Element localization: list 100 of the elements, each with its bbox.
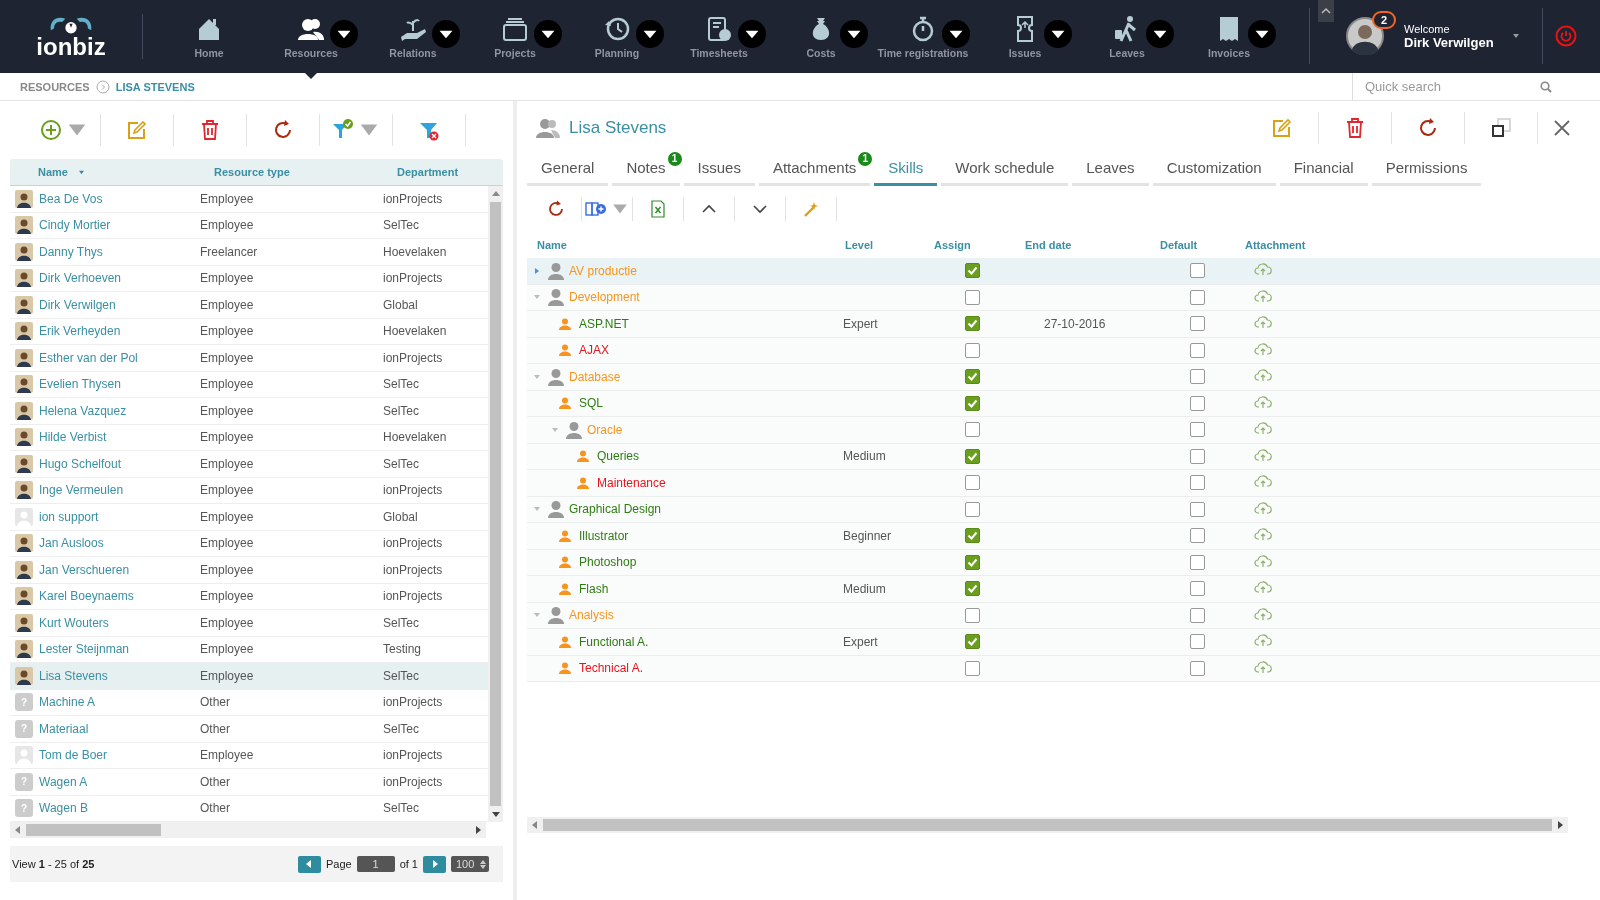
skill-name[interactable]: Functional A. (579, 634, 649, 649)
nav-item[interactable]: Invoices (1178, 0, 1280, 73)
skill-name[interactable]: Flash (579, 581, 609, 596)
caret-icon[interactable] (1511, 33, 1520, 39)
upload-icon[interactable] (1254, 606, 1272, 621)
previous-icon[interactable] (306, 860, 313, 868)
column-header[interactable]: Level (835, 239, 930, 251)
maximize-icon[interactable] (1490, 117, 1512, 139)
resource-name[interactable]: Machine A (39, 695, 96, 710)
default-checkbox[interactable] (1190, 395, 1205, 411)
dropdown-icon[interactable] (330, 20, 358, 48)
resource-name[interactable]: Materiaal (39, 721, 89, 736)
assign-checkbox[interactable] (965, 289, 980, 305)
skill-row[interactable]: Graphical Design (527, 496, 1600, 523)
table-row[interactable]: ? Machine A Other ionProjects (10, 689, 488, 716)
delete-icon[interactable] (199, 119, 221, 141)
nav-item[interactable]: Costs (770, 0, 872, 73)
skill-row[interactable]: Queries Medium (527, 443, 1600, 470)
assign-checkbox[interactable] (965, 395, 980, 411)
table-row[interactable]: Dirk Verhoeven Employee ionProjects (10, 265, 488, 292)
horizontal-scrollbar[interactable] (10, 822, 486, 838)
nav-item[interactable]: Projects (464, 0, 566, 73)
skill-name[interactable]: Illustrator (579, 528, 629, 543)
tab[interactable]: Financial (1279, 155, 1368, 186)
resource-name[interactable]: Wagen A (39, 774, 88, 789)
scroll-up-icon[interactable] (491, 190, 500, 198)
spinner-icon[interactable] (480, 859, 486, 869)
scroll-right-icon[interactable] (474, 826, 482, 834)
skill-row[interactable]: SQL (527, 390, 1600, 417)
tab[interactable]: Permissions (1371, 155, 1482, 186)
power-icon[interactable] (1554, 25, 1577, 47)
table-row[interactable]: Hugo Schelfout Employee SelTec (10, 451, 488, 478)
resource-name[interactable]: Wagen B (39, 801, 88, 816)
dropdown-icon[interactable] (1248, 20, 1276, 48)
assign-checkbox[interactable] (965, 634, 980, 650)
scroll-right-icon[interactable] (1556, 821, 1564, 829)
default-checkbox[interactable] (1190, 475, 1205, 491)
assign-checkbox[interactable] (965, 316, 980, 332)
column-header[interactable]: Assign (930, 239, 1015, 251)
default-checkbox[interactable] (1190, 528, 1205, 544)
column-header[interactable]: End date (1015, 239, 1150, 251)
default-checkbox[interactable] (1190, 607, 1205, 623)
upload-icon[interactable] (1254, 368, 1272, 383)
notification-badge[interactable]: 2 (1372, 11, 1396, 29)
table-row[interactable]: Erik Verheyden Employee Hoevelaken (10, 318, 488, 345)
nav-item[interactable]: Home (158, 0, 260, 73)
wand-icon[interactable] (802, 200, 820, 218)
column-header[interactable]: Default (1150, 239, 1245, 251)
table-row[interactable]: Dirk Verwilgen Employee Global (10, 292, 488, 319)
resource-name[interactable]: Lisa Stevens (39, 668, 108, 683)
table-row[interactable]: Bea De Vos Employee ionProjects (10, 186, 488, 213)
skill-row[interactable]: Flash Medium (527, 576, 1600, 603)
sort-icon[interactable] (77, 169, 85, 175)
previous-page-button[interactable] (297, 855, 321, 873)
refresh-icon[interactable] (547, 200, 565, 218)
skill-name[interactable]: ASP.NET (579, 316, 629, 331)
default-checkbox[interactable] (1190, 422, 1205, 438)
column-header[interactable]: Resource type (200, 166, 383, 178)
dropdown-icon[interactable] (636, 20, 664, 48)
resource-name[interactable]: Hilde Verbist (39, 430, 107, 445)
upload-icon[interactable] (1254, 580, 1272, 595)
resource-name[interactable]: Dirk Verwilgen (39, 297, 116, 312)
upload-icon[interactable] (1254, 474, 1272, 489)
skill-name[interactable]: SQL (579, 396, 603, 411)
tab[interactable]: General (527, 155, 609, 186)
default-checkbox[interactable] (1190, 316, 1205, 332)
table-row[interactable]: ? Wagen A Other ionProjects (10, 769, 488, 796)
tab[interactable]: Issues (683, 155, 755, 186)
skill-name[interactable]: Queries (597, 449, 640, 464)
resource-name[interactable]: Inge Vermeulen (39, 483, 124, 498)
assign-checkbox[interactable] (965, 263, 980, 279)
default-checkbox[interactable] (1190, 369, 1205, 385)
nav-item[interactable]: Timesheets (668, 0, 770, 73)
edit-icon[interactable] (1271, 117, 1293, 139)
add-icon[interactable] (40, 119, 62, 141)
resource-name[interactable]: Karel Boeynaems (39, 589, 134, 604)
breadcrumb-link[interactable]: RESOURCES (20, 80, 90, 93)
skill-name[interactable]: AJAX (579, 343, 609, 358)
skill-row[interactable]: Illustrator Beginner (527, 523, 1600, 550)
default-checkbox[interactable] (1190, 289, 1205, 305)
scroll-down-icon[interactable] (491, 810, 500, 818)
tab[interactable]: Skills (874, 155, 938, 186)
assign-checkbox[interactable] (965, 554, 980, 570)
upload-icon[interactable] (1254, 341, 1272, 356)
nav-item[interactable]: Planning (566, 0, 668, 73)
upload-icon[interactable] (1254, 633, 1272, 648)
collapse-icon[interactable] (551, 425, 559, 434)
next-page-button[interactable] (423, 855, 446, 873)
tab[interactable]: Leaves (1072, 155, 1149, 186)
upload-icon[interactable] (1254, 288, 1272, 303)
refresh-icon[interactable] (1417, 117, 1439, 139)
table-row[interactable]: Hilde Verbist Employee Hoevelaken (10, 424, 488, 451)
refresh-icon[interactable] (272, 119, 294, 141)
dropdown-icon[interactable] (840, 20, 868, 48)
table-row[interactable]: Tom de Boer Employee ionProjects (10, 742, 488, 769)
table-row[interactable]: Lisa Stevens Employee SelTec (10, 663, 488, 690)
column-header[interactable]: Department (383, 166, 503, 178)
skill-name[interactable]: Photoshop (579, 555, 637, 570)
table-row[interactable]: Esther van der Pol Employee ionProjects (10, 345, 488, 372)
column-header[interactable]: Name (527, 239, 835, 251)
